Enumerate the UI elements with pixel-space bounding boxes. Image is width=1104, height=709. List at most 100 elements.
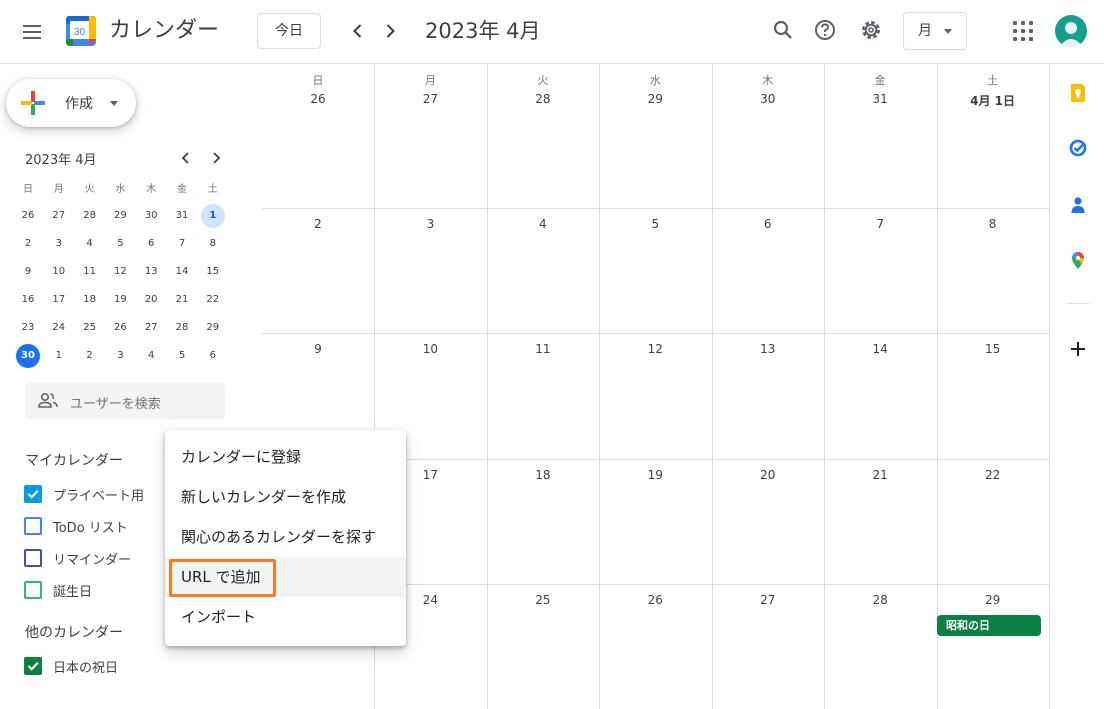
mini-day[interactable]: 31 (170, 204, 194, 228)
day-number[interactable]: 29 (937, 593, 1049, 607)
day-number[interactable]: 9 (262, 342, 374, 356)
day-number[interactable]: 29 (599, 92, 711, 106)
mini-day[interactable]: 28 (170, 316, 194, 340)
menu-item[interactable]: URL で追加 (165, 557, 406, 597)
calendar-toggle[interactable]: 誕生日 (24, 578, 174, 602)
checkbox-checked-icon[interactable] (24, 485, 42, 503)
checkbox-unchecked-icon[interactable] (24, 581, 42, 599)
menu-item[interactable]: インポート (165, 597, 406, 637)
day-number[interactable]: 2 (262, 217, 374, 231)
mini-day[interactable]: 26 (108, 316, 132, 340)
mini-day[interactable]: 20 (139, 288, 163, 312)
day-number[interactable]: 26 (599, 593, 711, 607)
search-icon[interactable] (770, 17, 796, 43)
mini-day[interactable]: 19 (108, 288, 132, 312)
day-number[interactable]: 14 (824, 342, 936, 356)
mini-day[interactable]: 8 (201, 232, 225, 256)
menu-item[interactable]: カレンダーに登録 (165, 437, 406, 477)
mini-day[interactable]: 24 (47, 316, 71, 340)
mini-day[interactable]: 18 (78, 288, 102, 312)
day-number[interactable]: 4 (487, 217, 599, 231)
day-number[interactable]: 10 (374, 342, 486, 356)
mini-day[interactable]: 6 (201, 344, 225, 368)
view-selector[interactable]: 月 (903, 12, 967, 50)
mini-day[interactable]: 2 (16, 232, 40, 256)
mini-day[interactable]: 10 (47, 260, 71, 284)
mini-day[interactable]: 30 (16, 344, 40, 368)
day-number[interactable]: 11 (487, 342, 599, 356)
day-number[interactable]: 12 (599, 342, 711, 356)
mini-day[interactable]: 16 (16, 288, 40, 312)
day-number[interactable]: 30 (712, 92, 824, 106)
event-chip[interactable]: 昭和の日 (937, 615, 1041, 636)
day-number[interactable]: 31 (824, 92, 936, 106)
previous-month-icon[interactable] (345, 18, 371, 44)
mini-day[interactable]: 12 (108, 260, 132, 284)
mini-day[interactable]: 13 (139, 260, 163, 284)
maps-icon[interactable] (1068, 250, 1088, 270)
other-calendars-title[interactable]: 他のカレンダー (25, 622, 123, 642)
day-number[interactable]: 25 (487, 593, 599, 607)
calendar-logo-icon[interactable]: 30 (65, 15, 97, 47)
mini-next-icon[interactable] (208, 150, 224, 166)
mini-day[interactable]: 15 (201, 260, 225, 284)
tasks-icon[interactable] (1068, 138, 1088, 158)
mini-day[interactable]: 27 (47, 204, 71, 228)
mini-day[interactable]: 14 (170, 260, 194, 284)
day-number[interactable]: 5 (599, 217, 711, 231)
help-icon[interactable] (812, 17, 838, 43)
mini-day[interactable]: 1 (47, 344, 71, 368)
calendar-toggle[interactable]: ToDo リスト (24, 514, 174, 538)
menu-item[interactable]: 関心のあるカレンダーを探す (165, 517, 406, 557)
mini-previous-icon[interactable] (178, 150, 194, 166)
day-number[interactable]: 13 (712, 342, 824, 356)
day-number[interactable]: 21 (824, 468, 936, 482)
day-number[interactable]: 26 (262, 92, 374, 106)
day-number[interactable]: 18 (487, 468, 599, 482)
mini-day[interactable]: 25 (78, 316, 102, 340)
mini-day[interactable]: 17 (47, 288, 71, 312)
day-number[interactable]: 28 (487, 92, 599, 106)
mini-day[interactable]: 9 (16, 260, 40, 284)
day-number[interactable]: 6 (712, 217, 824, 231)
checkbox-checked-icon[interactable] (24, 657, 42, 675)
mini-day[interactable]: 4 (78, 232, 102, 256)
day-number[interactable]: 15 (937, 342, 1049, 356)
checkbox-unchecked-icon[interactable] (24, 549, 42, 567)
search-users-field[interactable]: ユーザーを検索 (25, 383, 225, 419)
day-number[interactable]: 27 (374, 92, 486, 106)
mini-day[interactable]: 23 (16, 316, 40, 340)
mini-day[interactable]: 3 (47, 232, 71, 256)
day-number[interactable]: 7 (824, 217, 936, 231)
calendar-toggle[interactable]: リマインダー (24, 546, 174, 570)
day-number[interactable]: 28 (824, 593, 936, 607)
mini-day[interactable]: 1 (200, 204, 225, 228)
mini-day[interactable]: 21 (170, 288, 194, 312)
mini-day[interactable]: 5 (108, 232, 132, 256)
mini-day[interactable]: 3 (108, 344, 132, 368)
mini-day[interactable]: 4 (139, 344, 163, 368)
mini-day[interactable]: 27 (139, 316, 163, 340)
day-number[interactable]: 3 (374, 217, 486, 231)
contacts-icon[interactable] (1068, 195, 1088, 215)
day-number[interactable]: 19 (599, 468, 711, 482)
day-number[interactable]: 20 (712, 468, 824, 482)
mini-day[interactable]: 30 (139, 204, 163, 228)
create-button[interactable]: 作成 (6, 79, 136, 127)
day-number[interactable]: 22 (937, 468, 1049, 482)
next-month-icon[interactable] (377, 18, 403, 44)
keep-icon[interactable] (1068, 83, 1088, 103)
calendar-toggle[interactable]: 日本の祝日 (24, 654, 174, 678)
settings-gear-icon[interactable] (858, 17, 884, 43)
my-calendars-title[interactable]: マイカレンダー (25, 450, 123, 470)
menu-item[interactable]: 新しいカレンダーを作成 (165, 477, 406, 517)
day-number[interactable]: 27 (712, 593, 824, 607)
google-apps-icon[interactable] (1012, 20, 1034, 42)
mini-day[interactable]: 6 (139, 232, 163, 256)
mini-day[interactable]: 26 (16, 204, 40, 228)
mini-day[interactable]: 5 (170, 344, 194, 368)
mini-day[interactable]: 11 (78, 260, 102, 284)
calendar-toggle[interactable]: プライベート用 (24, 482, 174, 506)
day-number[interactable]: 8 (937, 217, 1049, 231)
mini-day[interactable]: 22 (201, 288, 225, 312)
